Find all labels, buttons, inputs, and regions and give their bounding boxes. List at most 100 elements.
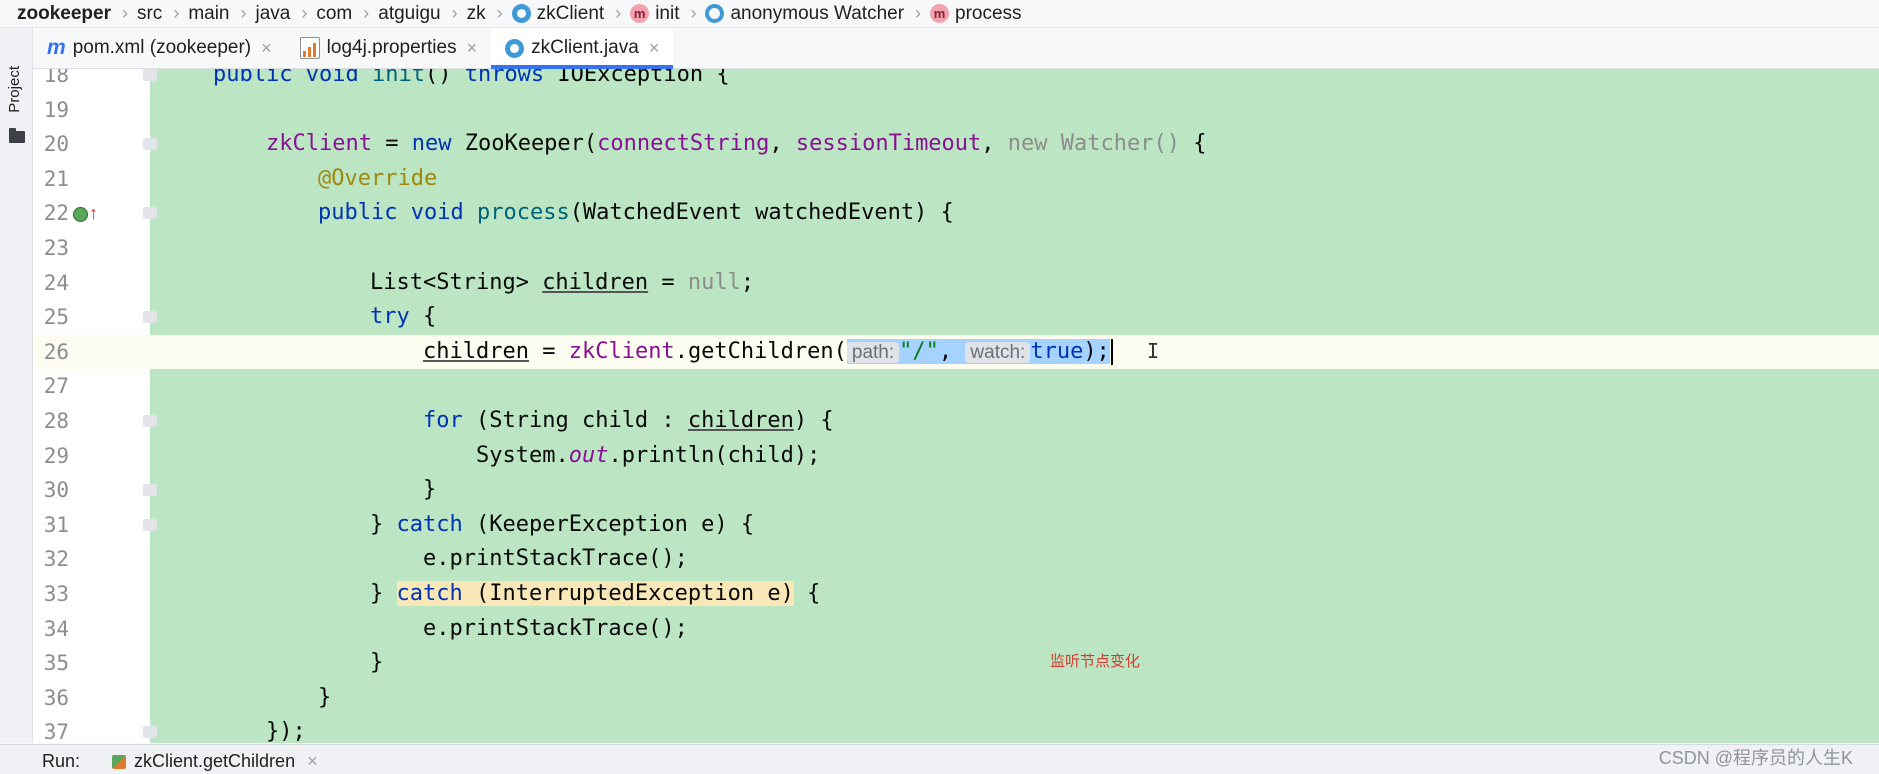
class-icon xyxy=(511,4,531,23)
breadcrumb-label: anonymous Watcher xyxy=(730,2,905,24)
anonymous-class-icon xyxy=(705,4,725,23)
code-text: e.printStackTrace(); xyxy=(423,615,688,641)
code-line[interactable]: 32 e.printStackTrace(); xyxy=(33,542,1879,577)
code-line[interactable]: 30 } xyxy=(33,473,1879,508)
close-icon[interactable]: × xyxy=(261,38,272,59)
code-text: List<String> children = null; xyxy=(370,269,755,295)
code-text: children = zkClient.getChildren(path: "/"… xyxy=(423,335,1113,371)
line-number: 29 xyxy=(43,443,69,468)
line-number: 28 xyxy=(43,409,69,433)
code-line[interactable]: 22 ↑ public void process(WatchedEvent wa… xyxy=(33,196,1879,231)
code-editor[interactable]: 18 public void init() throws IOException… xyxy=(33,69,1879,743)
fold-marker-icon[interactable] xyxy=(143,138,157,151)
fold-marker-icon[interactable] xyxy=(143,207,157,220)
line-number: 30 xyxy=(43,478,69,503)
breadcrumb: zookeeper › src › main › java › com › at… xyxy=(0,0,1879,28)
code-line[interactable]: 21 @Override xyxy=(33,162,1879,197)
breadcrumb-item-zkclient[interactable]: zkClient xyxy=(506,3,610,25)
close-icon[interactable]: × xyxy=(307,751,318,772)
properties-file-icon xyxy=(299,37,320,59)
tab-log4j-properties[interactable]: log4j.properties × xyxy=(286,28,491,68)
code-line[interactable]: 34 e.printStackTrace(); xyxy=(33,612,1879,647)
line-number: 34 xyxy=(43,616,69,641)
line-number: 32 xyxy=(43,547,69,572)
fold-marker-icon[interactable] xyxy=(143,311,157,324)
project-tool-window-button[interactable]: Project xyxy=(6,66,23,113)
line-number: 19 xyxy=(43,97,69,122)
close-icon[interactable]: × xyxy=(649,38,660,59)
mouse-ibeam-cursor: I xyxy=(1147,338,1160,363)
code-line[interactable]: 27 xyxy=(33,369,1879,404)
code-line[interactable]: 37 }); xyxy=(33,715,1879,743)
code-line[interactable]: 28 for (String child : children) { xyxy=(33,404,1879,439)
breadcrumb-label: init xyxy=(655,2,680,24)
code-text: } xyxy=(370,650,384,676)
annotation-note: 监听节点变化 xyxy=(1050,653,1141,670)
parameter-hint: path: xyxy=(846,341,900,363)
breadcrumb-separator: › xyxy=(363,3,370,23)
code-text: }); xyxy=(266,719,306,743)
java-class-icon xyxy=(505,38,525,58)
override-marker-icon[interactable]: ↑ xyxy=(73,196,98,231)
code-line[interactable]: 19 xyxy=(33,93,1879,128)
breadcrumb-item-atguigu[interactable]: atguigu xyxy=(372,3,445,25)
fold-marker-icon[interactable] xyxy=(143,726,157,739)
fold-marker-icon[interactable] xyxy=(143,69,157,81)
code-line[interactable]: 35 } xyxy=(33,646,1879,681)
tab-pom-xml[interactable]: m pom.xml (zookeeper) × xyxy=(33,28,286,68)
tab-zkclient-java[interactable]: zkClient.java × xyxy=(491,28,674,69)
code-line[interactable]: 25 try { xyxy=(33,300,1879,335)
run-label: Run: xyxy=(42,751,81,771)
code-text: zkClient = new ZooKeeper(connectString, … xyxy=(266,131,1207,157)
line-number: 27 xyxy=(43,374,69,399)
folder-icon[interactable] xyxy=(9,128,25,143)
line-number: 26 xyxy=(43,339,69,364)
code-line[interactable]: 29 System.out.println(child); xyxy=(33,439,1879,474)
breadcrumb-item-src[interactable]: src xyxy=(131,3,167,25)
text-caret xyxy=(1110,338,1113,365)
line-number: 20 xyxy=(43,132,69,157)
run-tab-zkclient-getchildren[interactable]: zkClient.getChildren × xyxy=(112,751,318,772)
breadcrumb-item-anonymous-watcher[interactable]: anonymous Watcher xyxy=(699,3,909,25)
breadcrumb-separator: › xyxy=(690,3,697,23)
code-text: } catch (InterruptedException e) { xyxy=(370,581,821,606)
breadcrumb-item-main[interactable]: main xyxy=(182,3,234,25)
breadcrumb-item-zk[interactable]: zk xyxy=(461,3,491,25)
run-tool-window-bar: Run: zkClient.getChildren × xyxy=(0,744,1879,774)
code-line[interactable]: 23 xyxy=(33,231,1879,266)
code-line[interactable]: 18 public void init() throws IOException… xyxy=(33,69,1879,93)
breadcrumb-label: process xyxy=(955,2,1022,24)
line-number: 25 xyxy=(43,305,69,330)
method-icon: m xyxy=(930,4,950,23)
code-text: e.printStackTrace(); xyxy=(423,546,688,572)
code-line[interactable]: 33 } catch (InterruptedException e) { xyxy=(33,577,1879,612)
breadcrumb-item-process[interactable]: m process xyxy=(924,3,1027,25)
code-text: } catch (KeeperException e) { xyxy=(370,511,755,537)
fold-marker-icon[interactable] xyxy=(143,415,157,427)
breadcrumb-item-java[interactable]: java xyxy=(250,3,296,25)
current-code-line[interactable]: 26 children = zkClient.getChildren(path:… xyxy=(33,334,1879,371)
breadcrumb-item-init[interactable]: m init xyxy=(624,3,684,25)
line-number: 31 xyxy=(43,512,69,537)
code-line[interactable]: 36 } xyxy=(33,681,1879,716)
close-icon[interactable]: × xyxy=(467,38,478,59)
fold-marker-icon[interactable] xyxy=(143,518,157,531)
breadcrumb-item-project[interactable]: zookeeper xyxy=(0,3,116,25)
code-text: try { xyxy=(370,304,437,330)
code-text: @Override xyxy=(318,165,438,191)
line-number: 23 xyxy=(43,236,69,260)
code-text: } xyxy=(318,684,332,710)
breadcrumb-separator: › xyxy=(915,3,922,23)
code-text: } xyxy=(423,477,437,503)
breadcrumb-separator: › xyxy=(240,3,247,23)
code-line[interactable]: 31 } catch (KeeperException e) { xyxy=(33,508,1879,543)
code-line[interactable]: 20 zkClient = new ZooKeeper(connectStrin… xyxy=(33,127,1879,162)
breadcrumb-item-com[interactable]: com xyxy=(310,3,357,25)
parameter-hint: watch: xyxy=(965,341,1031,363)
breadcrumb-separator: › xyxy=(615,3,622,23)
breadcrumb-separator: › xyxy=(496,3,503,23)
method-icon: m xyxy=(630,4,650,23)
breadcrumb-separator: › xyxy=(451,3,458,23)
fold-marker-icon[interactable] xyxy=(143,484,157,497)
code-line[interactable]: 24 List<String> children = null; xyxy=(33,266,1879,301)
